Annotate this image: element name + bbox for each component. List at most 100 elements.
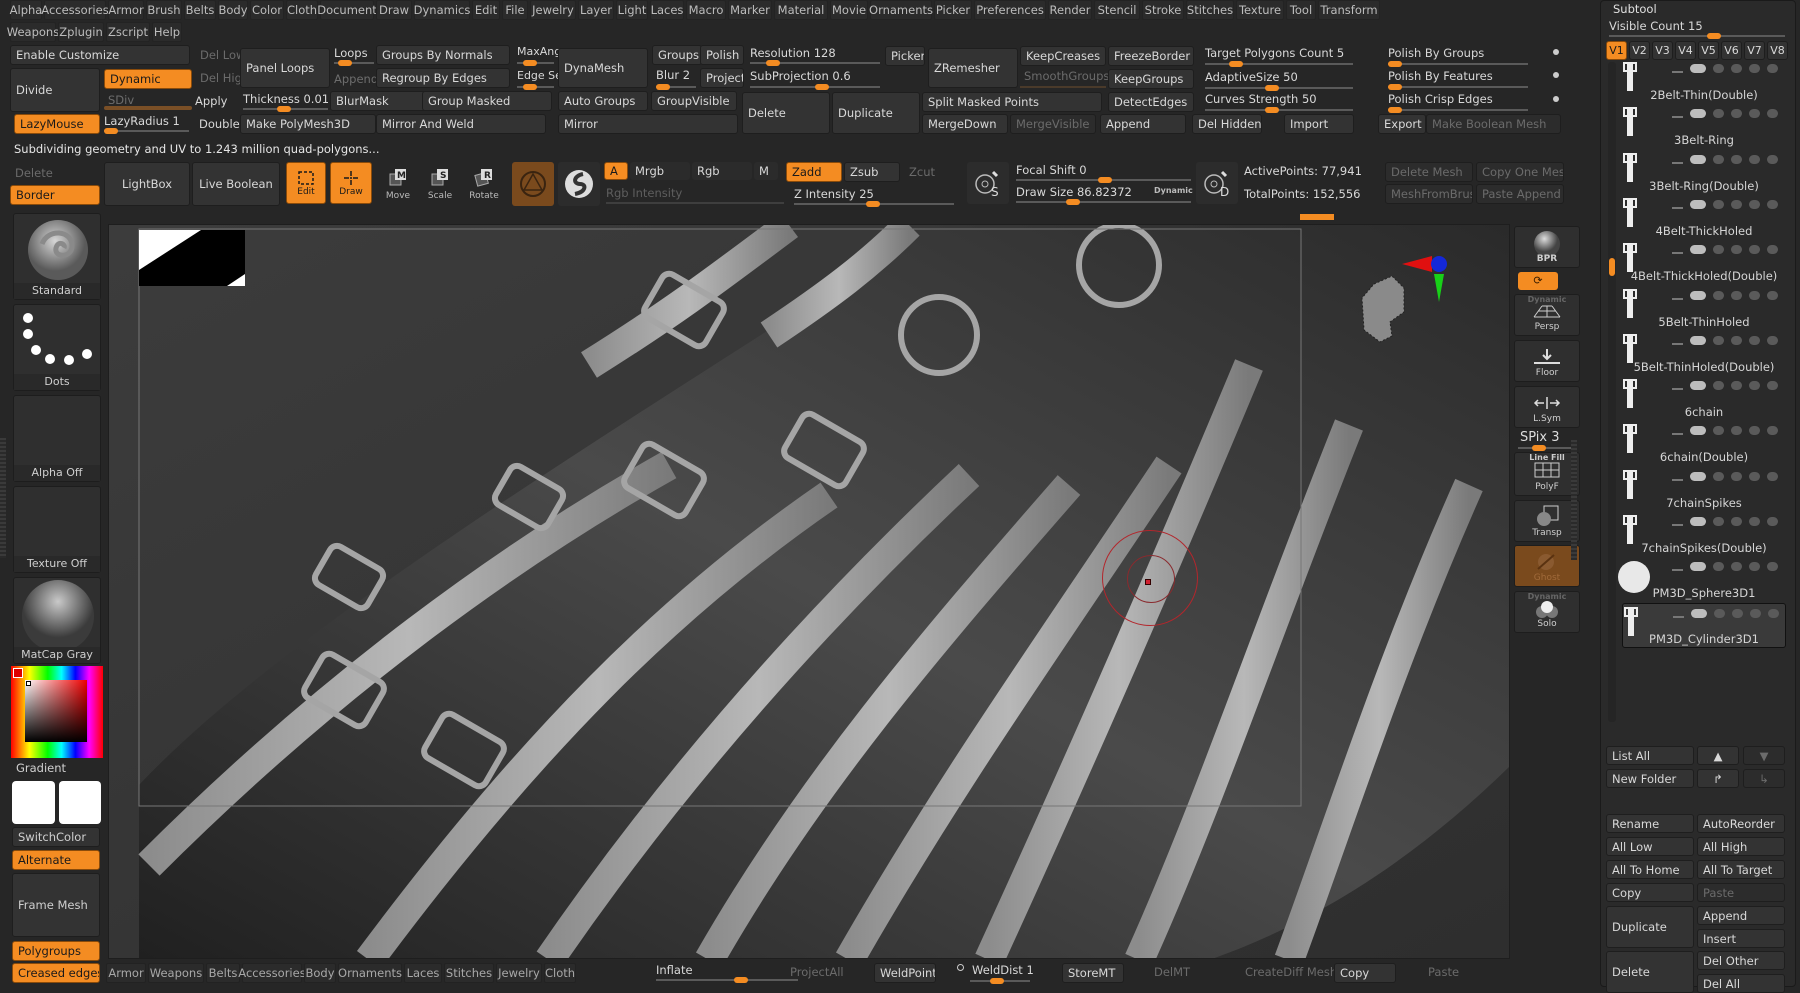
scale-mode-button[interactable]: S Scale	[422, 166, 458, 204]
main-color-swatch[interactable]	[12, 781, 55, 824]
mask-icon[interactable]	[1732, 608, 1743, 618]
mask-icon[interactable]	[1731, 426, 1742, 436]
creatediff-mesh-button[interactable]: CreateDiff Mesh	[1245, 965, 1337, 979]
subtool-scrollbar[interactable]	[1608, 62, 1616, 722]
mirror-button[interactable]: Mirror	[558, 114, 738, 134]
brush-icon[interactable]	[1749, 381, 1760, 391]
visibility-icon[interactable]	[1690, 426, 1706, 436]
inflate-slider[interactable]	[656, 977, 798, 983]
thickness-slider[interactable]	[243, 106, 328, 112]
switchcolor-button[interactable]: SwitchColor	[12, 827, 100, 847]
make-boolean-mesh-button[interactable]: Make Boolean Mesh	[1426, 114, 1561, 134]
mask-icon[interactable]	[1731, 109, 1742, 119]
brush-icon[interactable]	[1749, 154, 1760, 164]
menu-brush[interactable]: Brush	[146, 0, 182, 20]
menu-edit[interactable]: Edit	[472, 0, 500, 20]
subtool-tab-v4[interactable]: V4	[1675, 41, 1696, 60]
keepcreases-toggle[interactable]: KeepCreases	[1020, 46, 1106, 66]
paste-append-button[interactable]: Paste Append	[1476, 184, 1564, 204]
arrow-icon[interactable]	[1673, 609, 1684, 618]
arrow-icon[interactable]	[1672, 291, 1683, 300]
polypaint-icon[interactable]	[1713, 64, 1724, 73]
append-button[interactable]: Append	[1100, 114, 1186, 134]
menu-jewelry[interactable]: Jewelry	[530, 0, 576, 20]
rgb-intensity-slider[interactable]	[606, 202, 784, 204]
brush-icon[interactable]	[1749, 109, 1760, 119]
sculptris-brush-button[interactable]: S	[967, 162, 1009, 204]
solo-button[interactable]: Dynamic Solo	[1514, 591, 1580, 633]
canvas-viewport[interactable]	[108, 224, 1510, 959]
subtool-tab-v3[interactable]: V3	[1652, 41, 1673, 60]
primary-color-swatch[interactable]	[13, 668, 23, 678]
dynamic-size-toggle[interactable]: Dynamic	[1154, 186, 1193, 195]
welddist-slider[interactable]	[970, 978, 1030, 984]
brush-icon[interactable]	[1749, 64, 1760, 73]
polypaint-icon[interactable]	[1713, 517, 1724, 526]
apply-button[interactable]: Apply	[190, 91, 240, 111]
divide-button[interactable]: Divide	[10, 68, 100, 112]
mirror-and-weld-button[interactable]: Mirror And Weld	[376, 114, 546, 134]
subprojection-slider[interactable]	[750, 84, 880, 90]
arrow-icon[interactable]	[1672, 336, 1683, 345]
border-toggle[interactable]: Border	[10, 185, 100, 205]
subtool-item[interactable]: 7chainSpikes	[1622, 467, 1786, 512]
subtool-item[interactable]: 6chain(Double)	[1622, 421, 1786, 467]
spix-slider[interactable]	[1518, 445, 1574, 451]
brush-icon[interactable]	[1749, 335, 1760, 345]
menu-dynamics[interactable]: Dynamics	[414, 0, 470, 20]
paste-subtool-button[interactable]: Paste	[1697, 883, 1785, 902]
subtool-item[interactable]: PM3D_Cylinder3D1	[1622, 602, 1786, 648]
visibility-icon[interactable]	[1690, 335, 1706, 345]
creased-edges-toggle[interactable]: Creased edges	[12, 963, 100, 983]
insert-subtool-button[interactable]: Insert	[1697, 929, 1785, 948]
regroup-by-edges-button[interactable]: Regroup By Edges	[376, 68, 510, 88]
brush-icon[interactable]	[1749, 562, 1760, 572]
brush-icon[interactable]	[1749, 290, 1760, 300]
visibility-icon[interactable]	[1691, 608, 1707, 618]
draw-size-slider[interactable]	[1016, 199, 1191, 205]
polypaint-icon[interactable]	[1713, 199, 1724, 209]
eye-icon[interactable]	[1767, 290, 1778, 300]
visibility-icon[interactable]	[1690, 154, 1706, 164]
panel-loops-button[interactable]: Panel Loops	[240, 48, 330, 88]
arrow-icon[interactable]	[1672, 245, 1683, 255]
subtool-item[interactable]: 5Belt-ThinHoled	[1622, 286, 1786, 331]
lsym-button[interactable]: L.Sym	[1514, 386, 1580, 428]
visibility-icon[interactable]	[1690, 290, 1706, 300]
eye-icon[interactable]	[1767, 426, 1778, 436]
brush-icon[interactable]	[1749, 426, 1760, 436]
project-toggle[interactable]: Project	[700, 68, 744, 88]
subtool-tab-v2[interactable]: V2	[1629, 41, 1650, 60]
subtool-tab-v6[interactable]: V6	[1721, 41, 1742, 60]
menu-ornaments[interactable]: Ornaments	[869, 0, 933, 20]
menu-accessories[interactable]: Accessories	[41, 0, 109, 20]
bottom-tab-belts[interactable]: Belts	[206, 963, 240, 983]
subtool-item[interactable]: 7chainSpikes(Double)	[1622, 512, 1786, 557]
loops-slider[interactable]	[334, 60, 374, 66]
menu-light[interactable]: Light	[616, 0, 648, 20]
bpr-button[interactable]: BPR	[1514, 226, 1580, 268]
arrow-icon[interactable]	[1672, 472, 1683, 481]
menu-stencil[interactable]: Stencil	[1094, 0, 1140, 20]
bottom-tab-stitches[interactable]: Stitches	[444, 963, 494, 983]
del-other-button[interactable]: Del Other	[1697, 951, 1785, 970]
brush-icon[interactable]	[1749, 245, 1760, 255]
subtool-tab-v8[interactable]: V8	[1767, 41, 1788, 60]
bottom-tab-jewelry[interactable]: Jewelry	[496, 963, 542, 983]
enable-customize-button[interactable]: Enable Customize	[10, 45, 190, 65]
mask-icon[interactable]	[1731, 562, 1742, 572]
freezeborder-toggle[interactable]: FreezeBorder	[1108, 46, 1194, 66]
polypaint-icon[interactable]	[1713, 245, 1724, 255]
left-tray-handle[interactable]	[0, 438, 6, 558]
mask-icon[interactable]	[1731, 199, 1742, 209]
mesh-from-brush-button[interactable]: MeshFromBrush	[1385, 184, 1473, 204]
eye-icon[interactable]	[1767, 245, 1778, 255]
export-button[interactable]: Export	[1378, 114, 1426, 134]
sdiv-slider[interactable]	[104, 106, 192, 110]
zremesher-button[interactable]: ZRemesher	[928, 48, 1018, 88]
new-folder-button[interactable]: New Folder	[1606, 769, 1694, 788]
mask-icon[interactable]	[1731, 517, 1742, 526]
rotate-mode-button[interactable]: R Rotate	[465, 166, 503, 204]
copy-morph-button[interactable]: Copy	[1334, 963, 1396, 983]
polish-crisp-edges-slider[interactable]	[1388, 107, 1528, 113]
